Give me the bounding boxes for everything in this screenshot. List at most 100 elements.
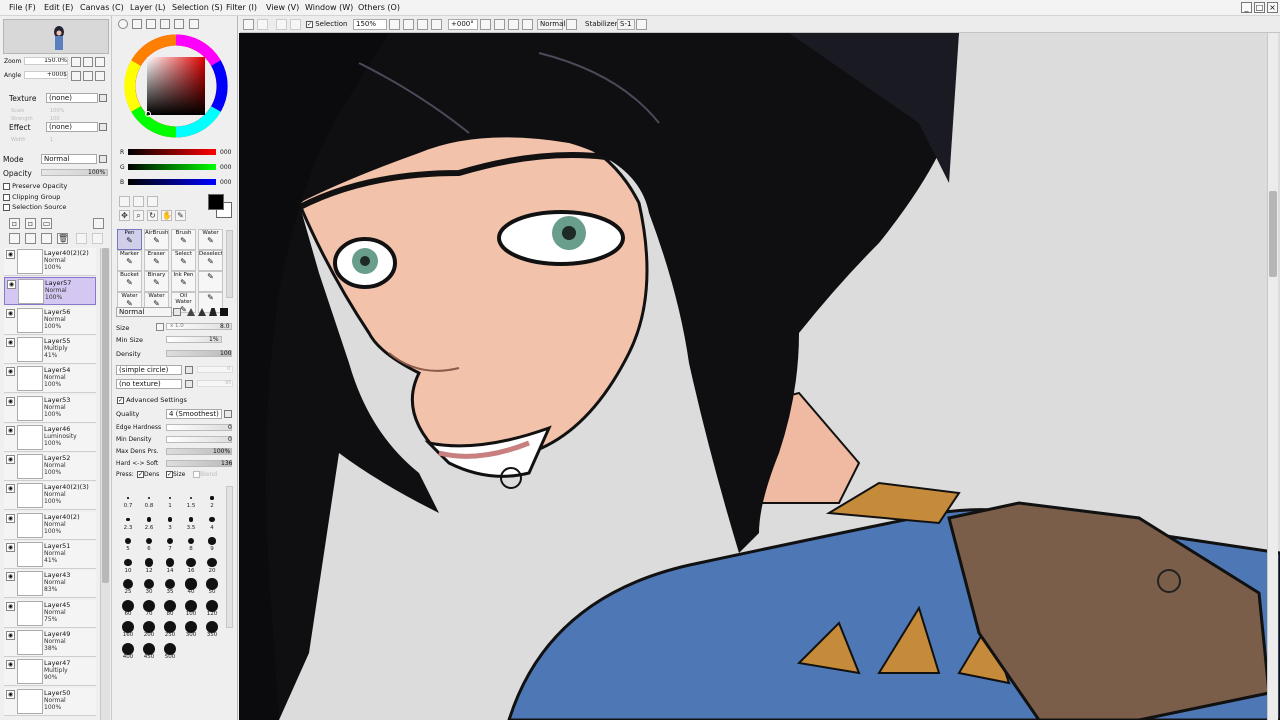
nav-rotate-reset-icon[interactable] [95, 71, 105, 81]
nav-zoom-in-icon[interactable] [83, 57, 93, 67]
menu-filter[interactable]: Filter (I) [226, 3, 257, 12]
rotate-left-icon[interactable] [494, 19, 505, 30]
zoom-tool-icon[interactable]: ⌕ [133, 210, 144, 221]
eyedropper-icon[interactable]: ✎ [175, 210, 186, 221]
tip-shape-1-icon[interactable] [187, 308, 195, 316]
brush-shape-dropdown-icon[interactable] [185, 366, 193, 374]
brush-size-dot[interactable] [210, 496, 214, 500]
visibility-eye-icon[interactable]: ◉ [6, 308, 15, 318]
selection-checkbox[interactable]: ✓ [306, 20, 313, 28]
tool-grid-scrollbar[interactable] [226, 230, 233, 298]
zoom-out-icon[interactable] [417, 19, 428, 30]
visibility-eye-icon[interactable]: ◉ [6, 630, 15, 640]
layer-item[interactable]: ◉ Layer40(2)(2) Normal 100% [4, 248, 96, 276]
show-selection-icon[interactable] [276, 19, 287, 30]
preserve-opacity-checkbox[interactable] [3, 182, 10, 190]
layer-scrollbar-thumb[interactable] [102, 248, 109, 583]
nav-zoom-field[interactable]: 150.0% [24, 57, 68, 65]
tool-slot[interactable]: ✎ [198, 271, 223, 292]
green-value[interactable]: 000 [220, 164, 231, 171]
brush-shape-field[interactable]: (simple circle) [116, 365, 182, 375]
merge-selection-icon[interactable] [41, 233, 52, 244]
menu-layer[interactable]: Layer (L) [130, 3, 166, 12]
magic-wand-icon[interactable] [147, 196, 158, 207]
brush-blend-field[interactable]: Normal [116, 307, 172, 317]
lasso-icon[interactable] [133, 196, 144, 207]
brush-size-dot[interactable] [145, 537, 153, 545]
size-mult-toggle[interactable] [156, 323, 164, 331]
press-density-checkbox[interactable]: ✓ [137, 471, 144, 478]
quality-dropdown-icon[interactable] [224, 410, 232, 418]
menu-others[interactable]: Others (O) [358, 3, 400, 12]
brush-size-dot[interactable] [209, 516, 215, 523]
brush-size-dot[interactable] [208, 537, 216, 545]
selection-source-toggle[interactable]: Selection Source [3, 203, 66, 211]
tool-slot[interactable]: Deselect ✎ [198, 250, 223, 271]
visibility-eye-icon[interactable]: ◉ [6, 572, 15, 582]
layer-item[interactable]: ◉ Layer46 Luminosity 100% [4, 423, 96, 452]
layer-item[interactable]: ◉ Layer54 Normal 100% [4, 365, 96, 394]
brush-size-dot[interactable] [185, 578, 197, 590]
menu-file[interactable]: File (F) [9, 3, 36, 12]
tool-slot[interactable]: Pen ✎ [117, 229, 142, 250]
merge-down-icon[interactable] [25, 233, 36, 244]
visibility-eye-icon[interactable]: ◉ [6, 367, 15, 377]
texture-field[interactable]: (none) [46, 93, 98, 103]
press-blend-toggle[interactable]: Blend [193, 471, 217, 478]
layer-panel-menu-icon[interactable] [93, 218, 104, 229]
blue-slider[interactable] [128, 179, 216, 185]
tool-slot[interactable]: Binary ✎ [144, 271, 169, 292]
tool-slot[interactable]: Marker ✎ [117, 250, 142, 271]
press-density-toggle[interactable]: ✓Dens [137, 471, 159, 478]
canvas-artwork[interactable] [239, 33, 1280, 720]
rotate-right-icon[interactable] [508, 19, 519, 30]
layer-mode-field[interactable]: Normal [41, 154, 97, 164]
menu-edit[interactable]: Edit (E) [44, 3, 73, 12]
texture-dropdown-icon[interactable] [99, 94, 107, 102]
clear-layer-icon[interactable] [76, 233, 87, 244]
tool-slot[interactable]: Brush ✎ [171, 229, 196, 250]
layer-item[interactable]: ◉ Layer51 Normal 41% [4, 541, 96, 569]
clipping-group-toggle[interactable]: Clipping Group [3, 193, 60, 201]
visibility-eye-icon[interactable]: ◉ [6, 543, 15, 552]
swatch-mode-icon[interactable] [160, 19, 170, 29]
brush-size-dot[interactable] [189, 496, 193, 500]
canvas-scrollbar-thumb[interactable] [1269, 191, 1277, 277]
hide-selection-icon[interactable] [290, 19, 301, 30]
brush-texture-dropdown-icon[interactable] [185, 380, 193, 388]
tool-slot[interactable]: Eraser ✎ [144, 250, 169, 271]
red-slider[interactable] [128, 149, 216, 155]
layer-item[interactable]: ◉ Layer47 Multiply 90% [4, 658, 96, 687]
zoom-dropdown-icon[interactable] [389, 19, 400, 30]
visibility-eye-icon[interactable]: ◉ [6, 396, 15, 406]
zoom-reset-icon[interactable] [431, 19, 442, 30]
size-preset-scrollbar[interactable] [226, 486, 233, 628]
layer-item[interactable]: ◉ Layer55 Multiply 41% [4, 335, 96, 364]
layer-settings-icon[interactable] [92, 233, 103, 244]
tool-slot[interactable]: Bucket ✎ [117, 271, 142, 292]
brush-size-dot[interactable] [146, 517, 151, 522]
rotate-reset-icon[interactable] [522, 19, 533, 30]
tool-slot[interactable]: Ink Pen ✎ [171, 271, 196, 292]
edge-hardness-slider[interactable] [166, 424, 232, 431]
rotate-tool-icon[interactable]: ↻ [147, 210, 158, 221]
brush-size-dot[interactable] [164, 578, 176, 590]
menu-selection[interactable]: Selection (S) [172, 3, 223, 12]
layer-item[interactable]: ◉ Layer50 Normal 100% [4, 687, 96, 716]
effect-field[interactable]: (none) [46, 122, 98, 132]
brush-size-dot[interactable] [167, 517, 173, 522]
layer-item[interactable]: ◉ Layer52 Normal 100% [4, 453, 96, 482]
preserve-opacity-toggle[interactable]: Preserve Opacity [3, 182, 67, 190]
layer-item[interactable]: ◉ Layer49 Normal 38% [4, 628, 96, 657]
visibility-eye-icon[interactable]: ◉ [6, 689, 15, 699]
advanced-settings-toggle[interactable]: ✓ Advanced Settings [117, 396, 187, 404]
layer-item[interactable]: ◉ Layer40(2) Normal 100% [4, 511, 96, 540]
move-tool-icon[interactable]: ✥ [119, 210, 130, 221]
menu-window[interactable]: Window (W) [305, 3, 353, 12]
canvas-area[interactable] [239, 33, 1280, 720]
new-layer-linework-icon[interactable]: ▫ [25, 218, 36, 229]
layer-scrollbar[interactable] [100, 248, 110, 720]
brush-size-dot[interactable] [127, 497, 129, 499]
brush-size-dot[interactable] [148, 497, 150, 499]
menu-view[interactable]: View (V) [266, 3, 299, 12]
